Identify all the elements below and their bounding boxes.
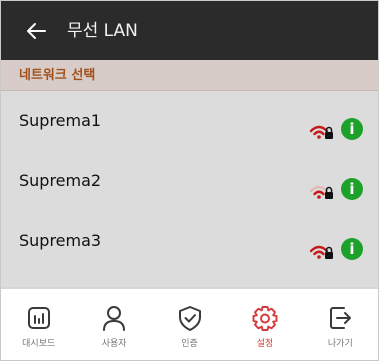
network-name: Suprema2: [19, 171, 102, 190]
info-icon[interactable]: i: [341, 238, 363, 260]
back-button[interactable]: [23, 18, 49, 44]
nav-item-auth[interactable]: 인증: [152, 289, 227, 360]
shield-check-icon: [178, 306, 201, 331]
gear-icon: [252, 306, 278, 331]
network-name: Suprema1: [19, 111, 102, 130]
network-row[interactable]: Suprema3 i: [1, 212, 378, 272]
nav-label: 설정: [256, 339, 274, 349]
nav-label: 대시보드: [22, 339, 56, 349]
nav-item-dashboard[interactable]: 대시보드: [1, 289, 76, 360]
network-row[interactable]: Suprema1 i: [1, 92, 378, 152]
bottom-nav: 대시보드 사용자 인증 설정 나가기: [1, 289, 378, 360]
page-title: 무선 LAN: [67, 21, 138, 41]
wifi-locked-icon: [309, 185, 333, 199]
user-icon: [103, 306, 126, 331]
nav-item-settings[interactable]: 설정: [227, 289, 302, 360]
nav-label: 인증: [181, 339, 198, 349]
section-header: 네트워크 선택: [1, 60, 378, 91]
nav-label: 나가기: [327, 339, 353, 349]
network-name: Suprema3: [19, 231, 102, 250]
header-bar: 무선 LAN: [1, 1, 378, 60]
dashboard-icon: [27, 307, 50, 329]
nav-item-users[interactable]: 사용자: [76, 289, 151, 360]
nav-label: 사용자: [101, 339, 127, 349]
network-list: Suprema1 i Suprema2 i Suprema3 i: [1, 92, 378, 272]
arrow-left-icon: [27, 23, 46, 39]
info-icon[interactable]: i: [341, 118, 363, 140]
network-row[interactable]: Suprema2 i: [1, 152, 378, 212]
app-frame: 무선 LAN 네트워크 선택 Suprema1 i Suprema2 i Sup…: [0, 0, 379, 361]
nav-item-exit[interactable]: 나가기: [303, 289, 378, 360]
exit-icon: [330, 307, 352, 329]
info-icon[interactable]: i: [341, 178, 363, 200]
wifi-locked-icon: [309, 125, 333, 139]
section-title: 네트워크 선택: [19, 68, 96, 83]
wifi-locked-icon: [309, 245, 333, 259]
